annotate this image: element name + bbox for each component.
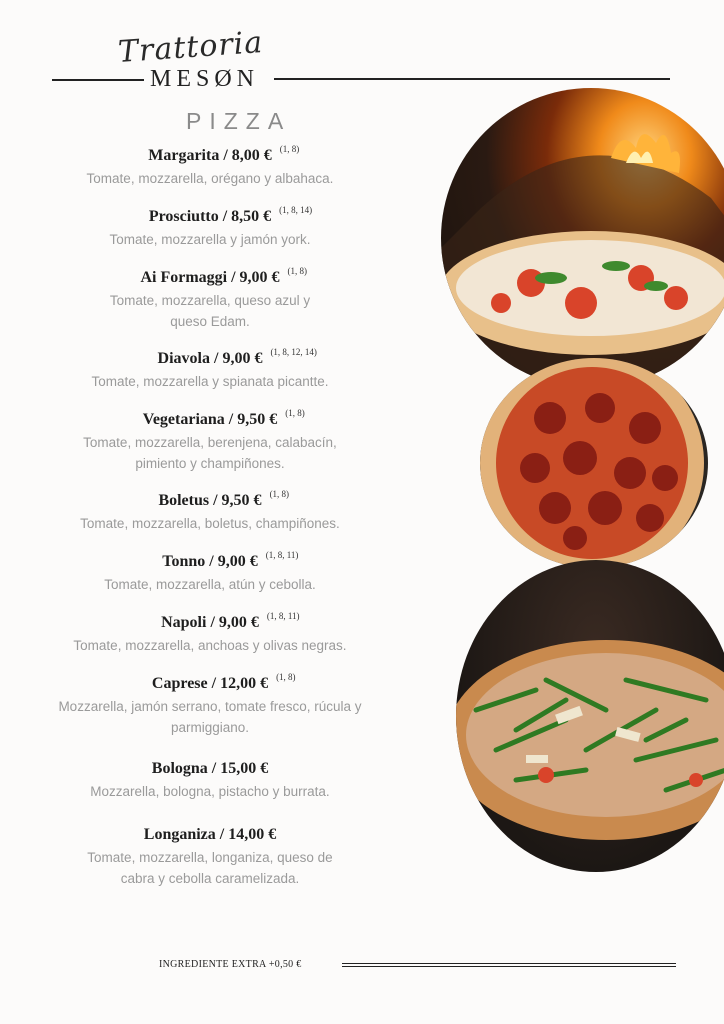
item-name: Napoli / 9,00 € — [161, 614, 259, 631]
pizza-margarita-oven-photo — [441, 88, 724, 388]
menu-item-caprese: Caprese / 12,00 € (1, 8) Mozzarella, jamó… — [50, 672, 370, 738]
menu-item-ai-formaggi: Ai Formaggi / 9,00 € (1, 8) Tomate, mozza… — [50, 266, 370, 332]
item-allergens: (1, 8, 11) — [266, 611, 300, 621]
footer-rule-bottom — [342, 966, 676, 967]
header-rule-right — [274, 78, 670, 80]
menu-item-napoli: Napoli / 9,00 € (1, 8, 11) Tomate, mozzar… — [50, 611, 370, 656]
menu-item-diavola: Diavola / 9,00 € (1, 8, 12, 14) Tomate, m… — [50, 347, 370, 392]
menu-item-tonno: Tonno / 9,00 € (1, 8, 11) Tomate, mozzare… — [50, 550, 370, 595]
item-name: Longaniza / 14,00 € — [143, 826, 277, 843]
menu-item-margarita: Margarita / 8,00 € (1, 8) Tomate, mozzare… — [50, 144, 370, 189]
item-name: Tonno / 9,00 € — [162, 553, 258, 570]
item-allergens: (1, 8, 12, 14) — [270, 347, 317, 357]
item-allergens: (1, 8, 14) — [279, 205, 313, 215]
menu-item-vegetariana: Vegetariana / 9,50 € (1, 8) Tomate, mozza… — [50, 408, 370, 474]
item-description: Tomate, mozzarella, longaniza, queso de … — [87, 850, 333, 886]
extra-ingredient-note: INGREDIENTE EXTRA +0,50 € — [159, 959, 302, 970]
item-name: Prosciutto / 8,50 € — [148, 208, 272, 225]
header-rule-left — [52, 79, 144, 81]
item-description: Tomate, mozzarella, orégano y albahaca. — [86, 171, 334, 186]
item-allergens: (1, 8) — [269, 489, 290, 499]
brand-name: MESØN — [150, 66, 260, 92]
pizza-rucula-photo — [456, 560, 724, 872]
pizza-pepperoni-photo — [480, 358, 708, 568]
item-name: Margarita / 8,00 € — [148, 147, 272, 164]
menu-item-prosciutto: Prosciutto / 8,50 € (1, 8, 14) Tomate, mo… — [50, 205, 370, 250]
item-description: Tomate, mozzarella, berenjena, calabacín… — [83, 435, 337, 471]
item-description: Mozzarella, bologna, pistacho y burrata. — [90, 784, 330, 799]
item-allergens: (1, 8) — [276, 672, 296, 682]
item-description: Tomate, mozzarella, atún y cebolla. — [104, 577, 316, 592]
brand-script-logo: Trattoria — [116, 24, 265, 71]
menu-item-bologna: Bologna / 15,00 € Mozzarella, bologna, p… — [50, 758, 370, 802]
menu-item-longaniza: Longaniza / 14,00 € Tomate, mozzarella, … — [50, 824, 370, 889]
item-name: Ai Formaggi / 9,00 € — [140, 269, 280, 286]
item-description: Tomate, mozzarella y jamón york. — [109, 232, 311, 247]
item-allergens: (1, 8) — [287, 266, 308, 276]
item-description: Tomate, mozzarella y spianata picantte. — [91, 374, 329, 389]
item-name: Vegetariana / 9,50 € — [142, 411, 278, 428]
item-description: Mozzarella, jamón serrano, tomate fresco… — [58, 699, 362, 735]
item-allergens: (1, 8) — [279, 144, 300, 154]
menu-item-boletus: Boletus / 9,50 € (1, 8) Tomate, mozzarell… — [50, 489, 370, 534]
item-description: Tomate, mozzarella, boletus, champiñones… — [80, 516, 340, 531]
item-allergens: (1, 8, 11) — [265, 550, 299, 560]
section-title: PIZZA — [186, 108, 292, 134]
item-allergens: (1, 8) — [285, 408, 305, 418]
item-description: Tomate, mozzarella, anchoas y olivas neg… — [73, 638, 347, 653]
item-name: Boletus / 9,50 € — [158, 492, 262, 509]
footer-rule-top — [342, 963, 676, 964]
item-name: Bologna / 15,00 € — [151, 760, 269, 777]
item-name: Caprese / 12,00 € — [151, 675, 269, 692]
item-name: Diavola / 9,00 € — [157, 350, 263, 367]
item-description: Tomate, mozzarella, queso azul y queso E… — [109, 293, 311, 329]
